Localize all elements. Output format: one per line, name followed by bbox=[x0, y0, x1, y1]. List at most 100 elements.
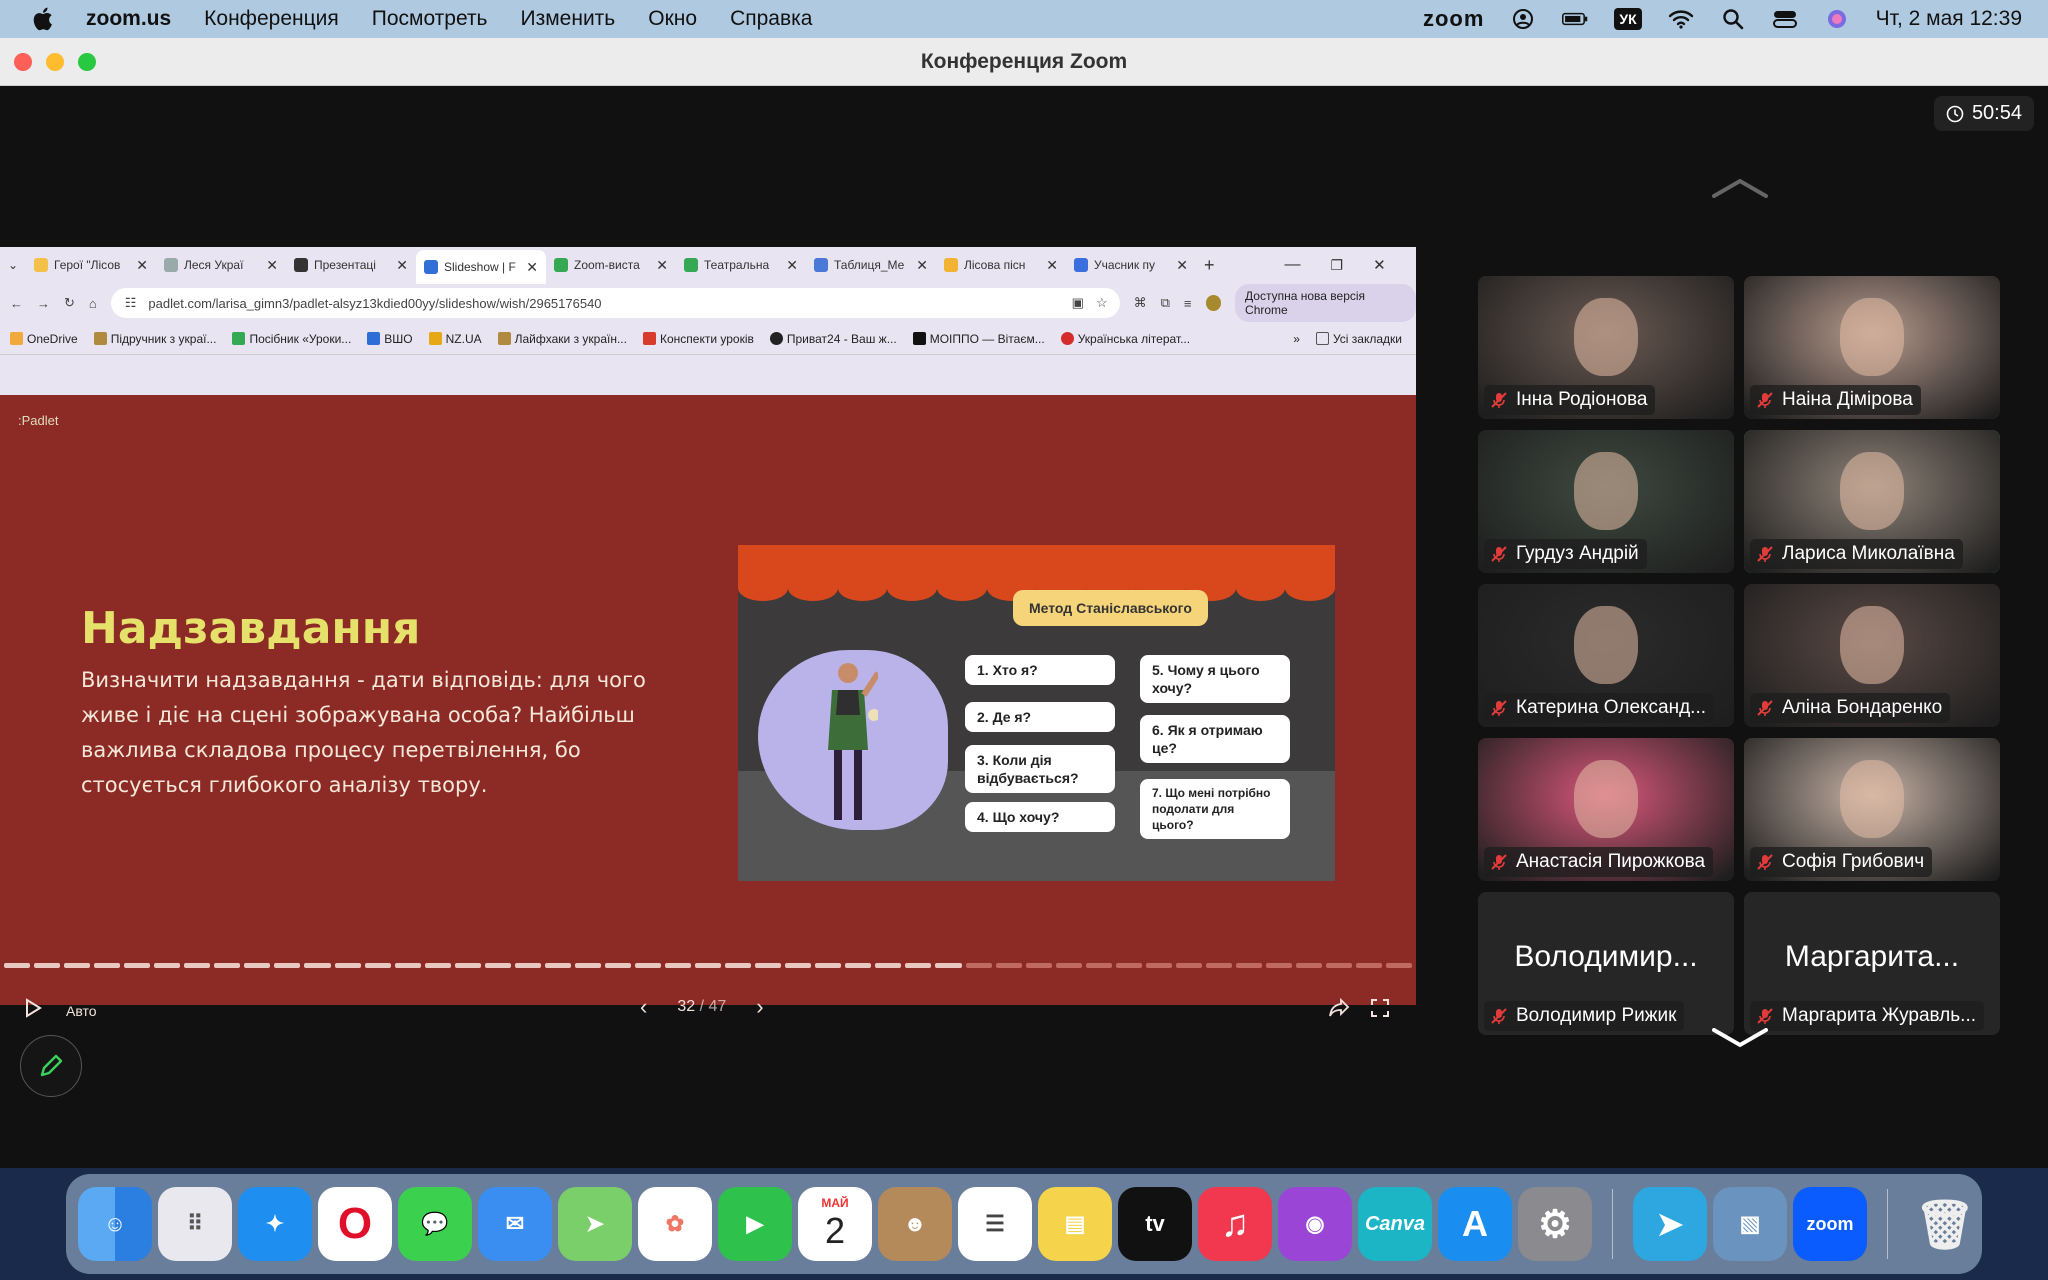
progress-segment[interactable] bbox=[1145, 963, 1172, 968]
new-tab-button[interactable]: + bbox=[1204, 255, 1215, 276]
participant-tile[interactable]: Катерина Олександ... bbox=[1478, 584, 1734, 727]
maps-icon[interactable]: ➤ bbox=[558, 1187, 632, 1261]
progress-segment[interactable] bbox=[1025, 963, 1052, 968]
bookmark-item[interactable]: Приват24 - Ваш ж... bbox=[769, 332, 897, 346]
close-browser-button[interactable]: ✕ bbox=[1373, 256, 1386, 274]
share-icon[interactable] bbox=[1328, 998, 1350, 1018]
progress-segment[interactable] bbox=[665, 963, 692, 968]
progress-segment[interactable] bbox=[94, 963, 121, 968]
calendar-icon[interactable]: МАЙ 2 bbox=[798, 1187, 872, 1261]
contacts-icon[interactable]: ☻ bbox=[878, 1187, 952, 1261]
input-source-indicator[interactable]: УК bbox=[1614, 8, 1642, 30]
site-info-icon[interactable]: ☷ bbox=[125, 295, 137, 311]
bookmark-item[interactable]: Конспекти уроків bbox=[642, 332, 754, 346]
chrome-update-button[interactable]: Доступна нова версія Chrome bbox=[1235, 284, 1416, 322]
menu-item-edit[interactable]: Изменить bbox=[521, 7, 616, 31]
progress-segment[interactable] bbox=[1205, 963, 1232, 968]
participant-tile[interactable]: Лариса Миколаївна bbox=[1744, 430, 2000, 573]
autoplay-label[interactable]: Авто bbox=[66, 1003, 97, 1019]
progress-segment[interactable] bbox=[364, 963, 391, 968]
progress-segment[interactable] bbox=[995, 963, 1022, 968]
progress-segment[interactable] bbox=[154, 963, 181, 968]
reload-icon[interactable]: ↻ bbox=[64, 295, 75, 311]
participant-tile[interactable]: Анастасія Пирожкова bbox=[1478, 738, 1734, 881]
launchpad-icon[interactable]: ⠿ bbox=[158, 1187, 232, 1261]
progress-segment[interactable] bbox=[1115, 963, 1142, 968]
bookmark-item[interactable]: ВШО bbox=[367, 332, 413, 346]
tab-close-icon[interactable]: ✕ bbox=[136, 257, 148, 274]
tab-close-icon[interactable]: ✕ bbox=[266, 257, 278, 274]
bookmark-star-icon[interactable]: ☆ bbox=[1096, 295, 1108, 311]
progress-segment[interactable] bbox=[454, 963, 481, 968]
browser-tab[interactable]: Леся Украї ✕ bbox=[156, 250, 286, 280]
progress-segment[interactable] bbox=[634, 963, 662, 968]
siri-icon[interactable] bbox=[1824, 7, 1850, 31]
participant-tile[interactable]: Аліна Бондаренко bbox=[1744, 584, 2000, 727]
slideshow-progress[interactable] bbox=[4, 963, 1413, 968]
progress-segment[interactable] bbox=[64, 963, 91, 968]
progress-segment[interactable] bbox=[214, 963, 241, 968]
all-bookmarks[interactable]: Усі закладки bbox=[1315, 332, 1402, 346]
opera-icon[interactable]: O bbox=[318, 1187, 392, 1261]
zoom-icon[interactable]: zoom bbox=[1793, 1187, 1867, 1261]
gallery-scroll-down-icon[interactable] bbox=[1712, 1028, 1768, 1048]
zoom-status-item[interactable]: zoom bbox=[1423, 6, 1484, 32]
url-bar[interactable]: ☷ padlet.com/larisa_gimn3/padlet-alsyz13… bbox=[110, 288, 1120, 318]
participant-tile[interactable]: Софія Грибович bbox=[1744, 738, 2000, 881]
control-center-icon[interactable] bbox=[1772, 7, 1798, 31]
app-store-icon[interactable]: A bbox=[1438, 1187, 1512, 1261]
restore-browser-button[interactable]: ❐ bbox=[1331, 257, 1344, 274]
bookmark-item[interactable]: NZ.UA bbox=[428, 332, 482, 346]
profile-avatar[interactable] bbox=[1205, 295, 1222, 311]
browser-tab[interactable]: Презентаці ✕ bbox=[286, 250, 416, 280]
participant-tile[interactable]: Гурдуз Андрій bbox=[1478, 430, 1734, 573]
progress-segment[interactable] bbox=[184, 963, 211, 968]
back-icon[interactable]: ← bbox=[10, 296, 23, 311]
next-slide-icon[interactable]: › bbox=[756, 994, 763, 1020]
progress-segment[interactable] bbox=[1235, 963, 1262, 968]
safari-icon[interactable]: ✦ bbox=[238, 1187, 312, 1261]
install-app-icon[interactable]: ▣ bbox=[1072, 295, 1084, 311]
apple-tv-icon[interactable]: tv bbox=[1118, 1187, 1192, 1261]
annotate-button[interactable] bbox=[20, 1035, 82, 1097]
participant-tile[interactable]: Володимир... Володимир Рижик bbox=[1478, 892, 1734, 1035]
tab-close-icon[interactable]: ✕ bbox=[526, 259, 538, 276]
progress-segment[interactable] bbox=[304, 963, 331, 968]
browser-tab[interactable]: Таблиця_Ме ✕ bbox=[806, 250, 936, 280]
photos-icon[interactable]: ✿ bbox=[638, 1187, 712, 1261]
battery-icon[interactable] bbox=[1562, 7, 1588, 31]
participant-tile[interactable]: Маргарита... Маргарита Журавль... bbox=[1744, 892, 2000, 1035]
browser-tab[interactable]: Герої "Лісов ✕ bbox=[26, 250, 156, 280]
progress-segment[interactable] bbox=[1386, 963, 1413, 968]
bookmark-item[interactable]: Лайфхаки з україн... bbox=[497, 332, 627, 346]
menu-item-view[interactable]: Посмотреть bbox=[372, 7, 488, 31]
browser-tab[interactable]: Учасник пу ✕ bbox=[1066, 250, 1196, 280]
progress-segment[interactable] bbox=[1055, 963, 1082, 968]
finder-icon[interactable]: ☺ bbox=[78, 1187, 152, 1261]
extensions-icon[interactable]: ⧉ bbox=[1161, 295, 1170, 311]
progress-segment[interactable] bbox=[4, 963, 31, 968]
progress-segment[interactable] bbox=[965, 963, 992, 968]
user-account-icon[interactable] bbox=[1510, 7, 1536, 31]
progress-segment[interactable] bbox=[755, 963, 782, 968]
tab-close-icon[interactable]: ✕ bbox=[396, 257, 408, 274]
bookmark-item[interactable]: OneDrive bbox=[10, 332, 78, 346]
progress-segment[interactable] bbox=[604, 963, 631, 968]
translate-icon[interactable]: ⌘ bbox=[1134, 295, 1147, 311]
tab-close-icon[interactable]: ✕ bbox=[1176, 257, 1188, 274]
progress-segment[interactable] bbox=[1296, 963, 1323, 968]
menu-app-name[interactable]: zoom.us bbox=[86, 7, 171, 31]
play-icon[interactable] bbox=[24, 998, 42, 1018]
progress-segment[interactable] bbox=[274, 963, 301, 968]
bookmark-item[interactable]: Посібник «Уроки... bbox=[232, 332, 351, 346]
tab-close-icon[interactable]: ✕ bbox=[786, 257, 798, 274]
participant-tile[interactable]: Наіна Дімірова bbox=[1744, 276, 2000, 419]
progress-segment[interactable] bbox=[845, 963, 872, 968]
participant-tile[interactable]: Інна Родіонова bbox=[1478, 276, 1734, 419]
reminders-icon[interactable]: ☰ bbox=[958, 1187, 1032, 1261]
progress-segment[interactable] bbox=[424, 963, 451, 968]
browser-tab[interactable]: Zoom-виста ✕ bbox=[546, 250, 676, 280]
progress-segment[interactable] bbox=[34, 963, 61, 968]
progress-segment[interactable] bbox=[875, 963, 902, 968]
progress-segment[interactable] bbox=[695, 963, 722, 968]
